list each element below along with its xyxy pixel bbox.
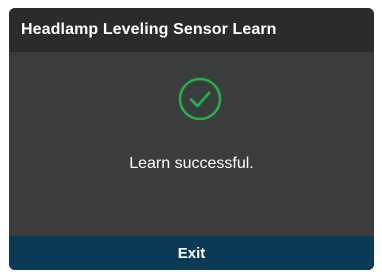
learn-dialog: Headlamp Leveling Sensor Learn Learn suc… xyxy=(9,8,374,270)
status-message: Learn successful. xyxy=(129,155,254,172)
exit-button-label: Exit xyxy=(177,244,206,262)
dialog-title-bar: Headlamp Leveling Sensor Learn xyxy=(9,8,374,52)
dialog-title: Headlamp Leveling Sensor Learn xyxy=(21,21,277,38)
exit-button[interactable]: Exit xyxy=(9,236,374,270)
dialog-body: Learn successful. xyxy=(9,52,374,236)
check-circle-icon xyxy=(178,77,222,121)
